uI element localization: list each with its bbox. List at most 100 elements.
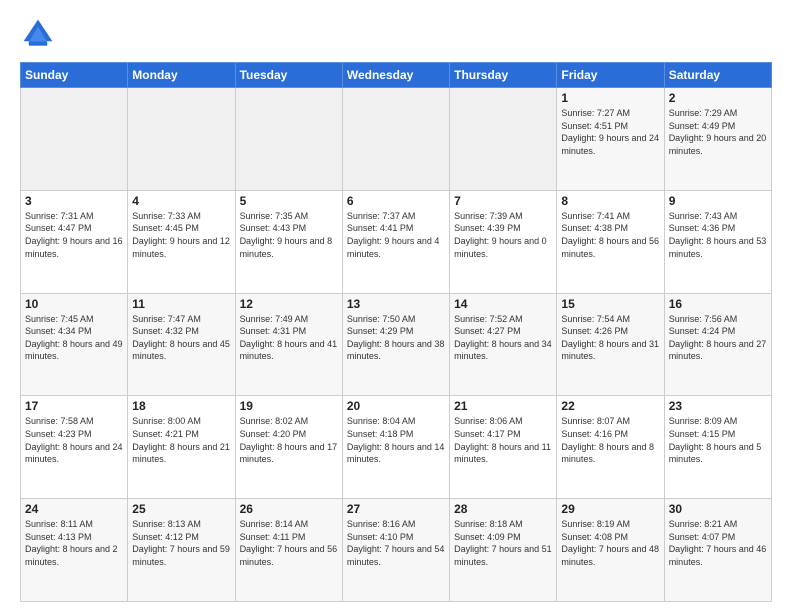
cell-info: Sunrise: 7:56 AM Sunset: 4:24 PM Dayligh… (669, 313, 767, 363)
cell-info: Sunrise: 8:21 AM Sunset: 4:07 PM Dayligh… (669, 518, 767, 568)
cell-info: Sunrise: 8:02 AM Sunset: 4:20 PM Dayligh… (240, 415, 338, 465)
calendar-cell: 8 Sunrise: 7:41 AM Sunset: 4:38 PM Daylig… (557, 190, 664, 293)
cell-date: 9 (669, 194, 767, 208)
cell-date: 20 (347, 399, 445, 413)
cell-date: 18 (132, 399, 230, 413)
cell-date: 3 (25, 194, 123, 208)
calendar-cell: 20 Sunrise: 8:04 AM Sunset: 4:18 PM Dayli… (342, 396, 449, 499)
cell-info: Sunrise: 7:49 AM Sunset: 4:31 PM Dayligh… (240, 313, 338, 363)
calendar-cell: 28 Sunrise: 8:18 AM Sunset: 4:09 PM Dayli… (450, 499, 557, 602)
header-row: SundayMondayTuesdayWednesdayThursdayFrid… (21, 63, 772, 88)
cell-date: 22 (561, 399, 659, 413)
calendar-cell: 17Sunrise: 7:58 AM Sunset: 4:23 PM Dayli… (21, 396, 128, 499)
cell-date: 6 (347, 194, 445, 208)
calendar-cell: 11 Sunrise: 7:47 AM Sunset: 4:32 PM Dayli… (128, 293, 235, 396)
day-header-wednesday: Wednesday (342, 63, 449, 88)
cell-info: Sunrise: 8:16 AM Sunset: 4:10 PM Dayligh… (347, 518, 445, 568)
calendar-cell: 23 Sunrise: 8:09 AM Sunset: 4:15 PM Dayli… (664, 396, 771, 499)
calendar-cell: 3 Sunrise: 7:31 AM Sunset: 4:47 PM Daylig… (21, 190, 128, 293)
calendar-cell: 7 Sunrise: 7:39 AM Sunset: 4:39 PM Daylig… (450, 190, 557, 293)
calendar-body: 1 Sunrise: 7:27 AM Sunset: 4:51 PM Daylig… (21, 88, 772, 602)
cell-info: Sunrise: 7:37 AM Sunset: 4:41 PM Dayligh… (347, 210, 445, 260)
calendar-cell (235, 88, 342, 191)
cell-date: 26 (240, 502, 338, 516)
cell-date: 15 (561, 297, 659, 311)
calendar-cell: 6 Sunrise: 7:37 AM Sunset: 4:41 PM Daylig… (342, 190, 449, 293)
calendar-cell (21, 88, 128, 191)
calendar-cell: 18 Sunrise: 8:00 AM Sunset: 4:21 PM Dayli… (128, 396, 235, 499)
calendar-cell: 5 Sunrise: 7:35 AM Sunset: 4:43 PM Daylig… (235, 190, 342, 293)
header (20, 16, 772, 52)
calendar-cell: 22 Sunrise: 8:07 AM Sunset: 4:16 PM Dayli… (557, 396, 664, 499)
cell-date: 12 (240, 297, 338, 311)
cell-info: Sunrise: 7:43 AM Sunset: 4:36 PM Dayligh… (669, 210, 767, 260)
day-header-tuesday: Tuesday (235, 63, 342, 88)
cell-info: Sunrise: 7:54 AM Sunset: 4:26 PM Dayligh… (561, 313, 659, 363)
cell-info: Sunrise: 7:35 AM Sunset: 4:43 PM Dayligh… (240, 210, 338, 260)
calendar-cell: 25 Sunrise: 8:13 AM Sunset: 4:12 PM Dayli… (128, 499, 235, 602)
cell-info: Sunrise: 8:06 AM Sunset: 4:17 PM Dayligh… (454, 415, 552, 465)
cell-date: 21 (454, 399, 552, 413)
cell-info: Sunrise: 7:33 AM Sunset: 4:45 PM Dayligh… (132, 210, 230, 260)
calendar-cell: 24 Sunrise: 8:11 AM Sunset: 4:13 PM Dayli… (21, 499, 128, 602)
calendar-cell (450, 88, 557, 191)
cell-date: 28 (454, 502, 552, 516)
calendar-cell: 21 Sunrise: 8:06 AM Sunset: 4:17 PM Dayli… (450, 396, 557, 499)
cell-date: 14 (454, 297, 552, 311)
week-row-3: 10Sunrise: 7:45 AM Sunset: 4:34 PM Dayli… (21, 293, 772, 396)
calendar-cell: 1 Sunrise: 7:27 AM Sunset: 4:51 PM Daylig… (557, 88, 664, 191)
day-header-monday: Monday (128, 63, 235, 88)
cell-date: 24 (25, 502, 123, 516)
cell-date: 25 (132, 502, 230, 516)
logo (20, 16, 62, 52)
cell-info: Sunrise: 8:00 AM Sunset: 4:21 PM Dayligh… (132, 415, 230, 465)
cell-date: 23 (669, 399, 767, 413)
cell-info: Sunrise: 7:52 AM Sunset: 4:27 PM Dayligh… (454, 313, 552, 363)
cell-info: Sunrise: 7:58 AM Sunset: 4:23 PM Dayligh… (25, 415, 123, 465)
cell-date: 11 (132, 297, 230, 311)
cell-info: Sunrise: 8:19 AM Sunset: 4:08 PM Dayligh… (561, 518, 659, 568)
day-header-sunday: Sunday (21, 63, 128, 88)
cell-date: 19 (240, 399, 338, 413)
cell-date: 7 (454, 194, 552, 208)
cell-info: Sunrise: 8:13 AM Sunset: 4:12 PM Dayligh… (132, 518, 230, 568)
calendar-table: SundayMondayTuesdayWednesdayThursdayFrid… (20, 62, 772, 602)
cell-info: Sunrise: 8:11 AM Sunset: 4:13 PM Dayligh… (25, 518, 123, 568)
cell-date: 5 (240, 194, 338, 208)
calendar-cell (342, 88, 449, 191)
cell-info: Sunrise: 8:04 AM Sunset: 4:18 PM Dayligh… (347, 415, 445, 465)
cell-info: Sunrise: 7:45 AM Sunset: 4:34 PM Dayligh… (25, 313, 123, 363)
calendar-cell: 4Sunrise: 7:33 AM Sunset: 4:45 PM Daylig… (128, 190, 235, 293)
day-header-friday: Friday (557, 63, 664, 88)
cell-info: Sunrise: 7:39 AM Sunset: 4:39 PM Dayligh… (454, 210, 552, 260)
cell-info: Sunrise: 8:07 AM Sunset: 4:16 PM Dayligh… (561, 415, 659, 465)
cell-date: 30 (669, 502, 767, 516)
cell-info: Sunrise: 7:41 AM Sunset: 4:38 PM Dayligh… (561, 210, 659, 260)
cell-date: 8 (561, 194, 659, 208)
day-header-saturday: Saturday (664, 63, 771, 88)
cell-date: 16 (669, 297, 767, 311)
cell-date: 1 (561, 91, 659, 105)
calendar-cell: 12 Sunrise: 7:49 AM Sunset: 4:31 PM Dayli… (235, 293, 342, 396)
cell-info: Sunrise: 7:27 AM Sunset: 4:51 PM Dayligh… (561, 107, 659, 157)
calendar-cell: 2Sunrise: 7:29 AM Sunset: 4:49 PM Daylig… (664, 88, 771, 191)
calendar-cell: 15 Sunrise: 7:54 AM Sunset: 4:26 PM Dayli… (557, 293, 664, 396)
calendar-cell (128, 88, 235, 191)
cell-info: Sunrise: 7:31 AM Sunset: 4:47 PM Dayligh… (25, 210, 123, 260)
cell-info: Sunrise: 8:09 AM Sunset: 4:15 PM Dayligh… (669, 415, 767, 465)
calendar-cell: 19 Sunrise: 8:02 AM Sunset: 4:20 PM Dayli… (235, 396, 342, 499)
cell-info: Sunrise: 7:47 AM Sunset: 4:32 PM Dayligh… (132, 313, 230, 363)
calendar-cell: 14 Sunrise: 7:52 AM Sunset: 4:27 PM Dayli… (450, 293, 557, 396)
page: SundayMondayTuesdayWednesdayThursdayFrid… (0, 0, 792, 612)
calendar-cell: 9 Sunrise: 7:43 AM Sunset: 4:36 PM Daylig… (664, 190, 771, 293)
cell-date: 27 (347, 502, 445, 516)
calendar-cell: 30 Sunrise: 8:21 AM Sunset: 4:07 PM Dayli… (664, 499, 771, 602)
calendar-header: SundayMondayTuesdayWednesdayThursdayFrid… (21, 63, 772, 88)
cell-date: 29 (561, 502, 659, 516)
week-row-1: 1 Sunrise: 7:27 AM Sunset: 4:51 PM Daylig… (21, 88, 772, 191)
cell-info: Sunrise: 8:18 AM Sunset: 4:09 PM Dayligh… (454, 518, 552, 568)
week-row-5: 24 Sunrise: 8:11 AM Sunset: 4:13 PM Dayli… (21, 499, 772, 602)
calendar-cell: 26Sunrise: 8:14 AM Sunset: 4:11 PM Dayli… (235, 499, 342, 602)
calendar-cell: 27 Sunrise: 8:16 AM Sunset: 4:10 PM Dayli… (342, 499, 449, 602)
week-row-2: 3 Sunrise: 7:31 AM Sunset: 4:47 PM Daylig… (21, 190, 772, 293)
